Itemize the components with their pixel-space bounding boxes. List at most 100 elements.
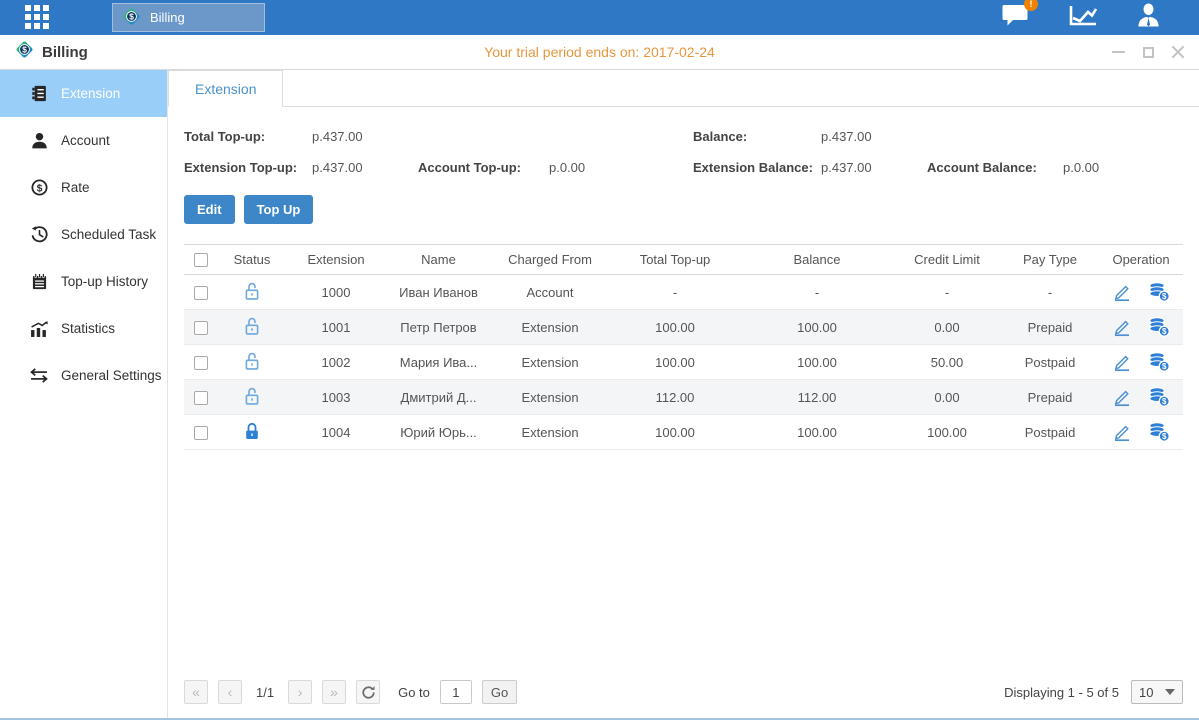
sidebar-item-statistics[interactable]: Statistics: [0, 305, 167, 352]
sidebar-item-label: Rate: [61, 180, 90, 195]
table-row: 1001Петр ПетровExtension100.00100.000.00…: [184, 310, 1183, 345]
sidebar-item-general-settings[interactable]: General Settings: [0, 352, 167, 399]
column-header-charged-from: Charged From: [491, 245, 609, 275]
taskbar-item-label: Billing: [150, 10, 185, 25]
credit-limit-cell: 0.00: [893, 310, 1001, 345]
refresh-button[interactable]: [356, 680, 380, 704]
svg-text:$: $: [129, 11, 134, 21]
table-row: 1002Мария Ива...Extension100.00100.0050.…: [184, 345, 1183, 380]
first-page-button[interactable]: «: [184, 680, 208, 704]
close-button[interactable]: [1171, 45, 1185, 59]
status-unlocked-icon: [243, 351, 261, 371]
status-unlocked-icon: [243, 316, 261, 336]
sidebar-item-top-up-history[interactable]: Top-up History: [0, 258, 167, 305]
total-topup-cell: 100.00: [609, 415, 741, 450]
balance-cell: 100.00: [741, 415, 893, 450]
svg-text:$: $: [1162, 327, 1167, 336]
total-topup-cell: 100.00: [609, 345, 741, 380]
notifications-chat-icon[interactable]: !: [1002, 3, 1030, 33]
credit-limit-cell: 100.00: [893, 415, 1001, 450]
content-panel: Extension Total Top-up: p.437.00 Extensi…: [168, 70, 1199, 718]
table-header-row: StatusExtensionNameCharged FromTotal Top…: [184, 245, 1183, 275]
sidebar-item-account[interactable]: Account: [0, 117, 167, 164]
tab-extension[interactable]: Extension: [168, 70, 283, 107]
row-checkbox[interactable]: [194, 426, 208, 440]
extension-balance-value: p.437.00: [821, 160, 927, 175]
goto-page-input[interactable]: [440, 680, 472, 704]
column-header-name: Name: [386, 245, 491, 275]
sidebar-item-scheduled-task[interactable]: Scheduled Task: [0, 211, 167, 258]
credit-limit-cell: 50.00: [893, 345, 1001, 380]
topup-history-icon: [30, 273, 48, 291]
page-size-value: 10: [1139, 685, 1153, 700]
page-size-select[interactable]: 10: [1131, 680, 1183, 704]
edit-row-icon[interactable]: [1112, 388, 1132, 407]
table-row: 1004Юрий Юрь...Extension100.00100.00100.…: [184, 415, 1183, 450]
chevron-down-icon: [1165, 689, 1175, 695]
edit-row-icon[interactable]: [1112, 318, 1132, 337]
edit-row-icon[interactable]: [1112, 353, 1132, 372]
svg-text:$: $: [22, 45, 27, 55]
apps-grid-icon[interactable]: [20, 0, 54, 35]
next-page-button[interactable]: ›: [288, 680, 312, 704]
goto-label: Go to: [398, 685, 430, 700]
taskbar-item-billing[interactable]: $ Billing: [112, 3, 265, 32]
balance-cell: 100.00: [741, 310, 893, 345]
column-header-credit-limit: Credit Limit: [893, 245, 1001, 275]
window-title-bar: Your trial period ends on: 2017-02-24 $ …: [0, 35, 1199, 70]
total-topup-cell: 100.00: [609, 310, 741, 345]
topup-row-icon[interactable]: $: [1148, 282, 1170, 302]
notification-badge: !: [1024, 0, 1038, 11]
resource-monitor-icon[interactable]: [1068, 3, 1098, 33]
charged-from-cell: Account: [491, 275, 609, 310]
os-top-bar: $ Billing !: [0, 0, 1199, 35]
trial-notice: Your trial period ends on: 2017-02-24: [0, 44, 1199, 60]
balance-cell: 112.00: [741, 380, 893, 415]
extension-icon: [30, 85, 48, 103]
operation-cell: $: [1099, 275, 1183, 310]
column-header-checkbox: [184, 245, 218, 275]
credit-limit-cell: 0.00: [893, 380, 1001, 415]
pay-type-cell: Postpaid: [1001, 345, 1099, 380]
row-checkbox[interactable]: [194, 356, 208, 370]
sidebar-item-rate[interactable]: $ Rate: [0, 164, 167, 211]
row-checkbox[interactable]: [194, 391, 208, 405]
top-up-button[interactable]: Top Up: [244, 195, 314, 224]
select-all-checkbox[interactable]: [194, 253, 208, 267]
svg-text:$: $: [36, 183, 42, 194]
minimize-button[interactable]: [1111, 45, 1125, 59]
svg-text:$: $: [1162, 292, 1167, 301]
topup-row-icon[interactable]: $: [1148, 422, 1170, 442]
sidebar-item-extension[interactable]: Extension: [0, 70, 167, 117]
extension-table-wrap: StatusExtensionNameCharged FromTotal Top…: [168, 244, 1199, 450]
extension-topup-label: Extension Top-up:: [184, 160, 312, 175]
tab-strip: Extension: [168, 70, 1199, 107]
prev-page-button[interactable]: ‹: [218, 680, 242, 704]
user-account-icon[interactable]: [1136, 2, 1161, 33]
edit-row-icon[interactable]: [1112, 283, 1132, 302]
displaying-text: Displaying 1 - 5 of 5: [1004, 685, 1119, 700]
row-checkbox[interactable]: [194, 286, 208, 300]
maximize-button[interactable]: [1141, 45, 1155, 59]
extension-topup-value: p.437.00: [312, 160, 418, 175]
edit-button[interactable]: Edit: [184, 195, 235, 224]
page-indicator: 1/1: [252, 685, 278, 700]
sidebar-item-label: General Settings: [61, 368, 162, 383]
topup-row-icon[interactable]: $: [1148, 317, 1170, 337]
operation-cell: $: [1099, 380, 1183, 415]
total-topup-cell: -: [609, 275, 741, 310]
edit-row-icon[interactable]: [1112, 423, 1132, 442]
topup-row-icon[interactable]: $: [1148, 387, 1170, 407]
column-header-operation: Operation: [1099, 245, 1183, 275]
svg-text:$: $: [1162, 397, 1167, 406]
go-button[interactable]: Go: [482, 680, 517, 704]
topup-row-icon[interactable]: $: [1148, 352, 1170, 372]
last-page-button[interactable]: »: [322, 680, 346, 704]
extension-cell: 1004: [286, 415, 386, 450]
row-checkbox[interactable]: [194, 321, 208, 335]
account-balance-value: p.0.00: [1063, 160, 1099, 175]
account-topup-label: Account Top-up:: [418, 160, 549, 175]
extension-cell: 1002: [286, 345, 386, 380]
pay-type-cell: Prepaid: [1001, 310, 1099, 345]
operation-cell: $: [1099, 345, 1183, 380]
